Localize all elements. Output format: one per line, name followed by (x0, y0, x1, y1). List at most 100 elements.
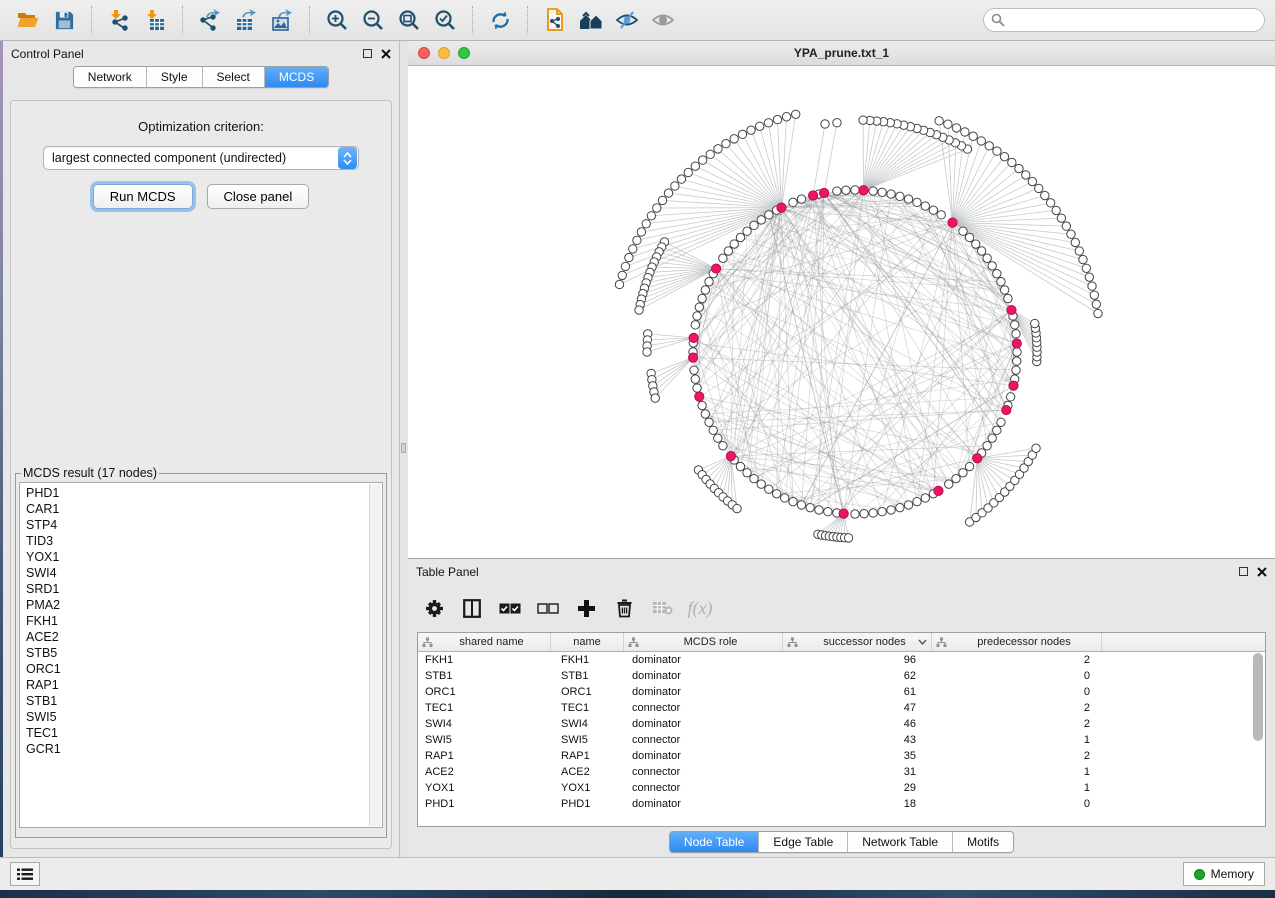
zoom-selected-icon[interactable] (427, 3, 463, 37)
table-cell[interactable]: 47 (783, 700, 932, 716)
table-row[interactable]: TEC1TEC1connector472 (418, 700, 1265, 716)
network-node[interactable] (792, 110, 800, 118)
network-node[interactable] (944, 120, 952, 128)
unselect-all-columns-icon[interactable] (531, 592, 565, 624)
network-window-titlebar[interactable]: YPA_prune.txt_1 (408, 41, 1275, 66)
mcds-result-item[interactable]: CAR1 (26, 501, 382, 517)
network-node[interactable] (1075, 247, 1083, 255)
network-node[interactable] (647, 212, 655, 220)
network-node[interactable] (1035, 184, 1043, 192)
table-cell[interactable]: SWI4 (551, 716, 624, 732)
network-node[interactable] (698, 294, 706, 302)
network-node[interactable] (736, 233, 744, 241)
network-node[interactable] (1006, 393, 1014, 401)
save-session-icon[interactable] (46, 3, 82, 37)
table-cell[interactable]: 1 (932, 780, 1102, 796)
network-canvas[interactable] (408, 66, 1275, 558)
network-node[interactable] (625, 253, 633, 261)
network-node[interactable] (698, 401, 706, 409)
open-file-icon[interactable] (10, 3, 46, 37)
network-hub-node[interactable] (973, 454, 982, 463)
network-node[interactable] (637, 228, 645, 236)
network-node[interactable] (789, 497, 797, 505)
network-node[interactable] (757, 480, 765, 488)
close-panel-icon[interactable] (381, 49, 391, 59)
table-row[interactable]: FKH1FKH1dominator962 (418, 652, 1265, 668)
table-cell[interactable]: 2 (932, 700, 1102, 716)
table-cell[interactable]: TEC1 (551, 700, 624, 716)
network-node[interactable] (797, 501, 805, 509)
network-node[interactable] (1000, 286, 1008, 294)
first-neighbors-icon[interactable] (573, 3, 609, 37)
network-node[interactable] (671, 182, 679, 190)
network-node[interactable] (756, 122, 764, 130)
network-node[interactable] (1012, 330, 1020, 338)
table-cell[interactable]: PHD1 (551, 796, 624, 812)
network-node[interactable] (757, 216, 765, 224)
table-cell[interactable]: 2 (932, 748, 1102, 764)
network-node[interactable] (765, 485, 773, 493)
network-node[interactable] (1022, 171, 1030, 179)
network-node[interactable] (965, 233, 973, 241)
network-node[interactable] (887, 190, 895, 198)
splitter-grip[interactable] (401, 443, 406, 453)
network-node[interactable] (983, 442, 991, 450)
network-node[interactable] (1004, 294, 1012, 302)
network-node[interactable] (1013, 357, 1021, 365)
table-cell[interactable]: SWI5 (418, 732, 551, 748)
network-node[interactable] (935, 117, 943, 125)
table-cell[interactable]: 18 (783, 796, 932, 812)
mcds-result-item[interactable]: YOX1 (26, 549, 382, 565)
network-node[interactable] (1008, 158, 1016, 166)
network-node[interactable] (844, 534, 852, 542)
table-row[interactable]: PHD1PHD1dominator180 (418, 796, 1265, 812)
network-hub-node[interactable] (808, 191, 817, 200)
table-cell[interactable]: dominator (624, 684, 783, 700)
mcds-result-item[interactable]: TID3 (26, 533, 382, 549)
network-node[interactable] (691, 162, 699, 170)
table-tab-motifs[interactable]: Motifs (953, 832, 1013, 852)
network-node[interactable] (904, 501, 912, 509)
mcds-result-item[interactable]: ORC1 (26, 661, 382, 677)
network-node[interactable] (1000, 152, 1008, 160)
table-row[interactable]: SWI4SWI4dominator462 (418, 716, 1265, 732)
network-node[interactable] (929, 206, 937, 214)
table-row[interactable]: SWI5SWI5connector431 (418, 732, 1265, 748)
table-cell[interactable]: 2 (932, 652, 1102, 668)
network-node[interactable] (869, 187, 877, 195)
table-cell[interactable]: TEC1 (418, 700, 551, 716)
network-node[interactable] (833, 187, 841, 195)
network-node[interactable] (1088, 282, 1096, 290)
tab-select[interactable]: Select (203, 67, 265, 87)
table-row[interactable]: ORC1ORC1dominator610 (418, 684, 1265, 700)
table-cell[interactable]: ORC1 (418, 684, 551, 700)
table-cell[interactable]: dominator (624, 796, 783, 812)
network-node[interactable] (705, 418, 713, 426)
delete-column-trash-icon[interactable] (607, 592, 641, 624)
table-cell[interactable]: SWI4 (418, 716, 551, 732)
network-node[interactable] (642, 220, 650, 228)
network-node[interactable] (764, 119, 772, 127)
network-node[interactable] (833, 119, 841, 127)
network-hub-node[interactable] (1002, 405, 1011, 414)
import-table-icon[interactable] (137, 3, 173, 37)
network-node[interactable] (747, 126, 755, 134)
network-hub-node[interactable] (1009, 381, 1018, 390)
network-node[interactable] (664, 189, 672, 197)
mcds-list-scrollbar[interactable] (369, 484, 381, 826)
vertical-splitter[interactable] (400, 41, 408, 857)
table-cell[interactable]: 31 (783, 764, 932, 780)
float-panel-icon[interactable] (363, 49, 372, 58)
network-node[interactable] (633, 236, 641, 244)
network-node[interactable] (842, 186, 850, 194)
network-node[interactable] (1011, 321, 1019, 329)
network-node[interactable] (772, 490, 780, 498)
network-node[interactable] (988, 434, 996, 442)
search-input[interactable] (983, 8, 1265, 32)
show-all-eye-icon[interactable] (645, 3, 681, 37)
zoom-fit-icon[interactable] (391, 3, 427, 37)
network-node[interactable] (635, 306, 643, 314)
table-cell[interactable]: connector (624, 732, 783, 748)
network-node[interactable] (859, 116, 867, 124)
table-scrollbar-thumb[interactable] (1253, 653, 1263, 741)
